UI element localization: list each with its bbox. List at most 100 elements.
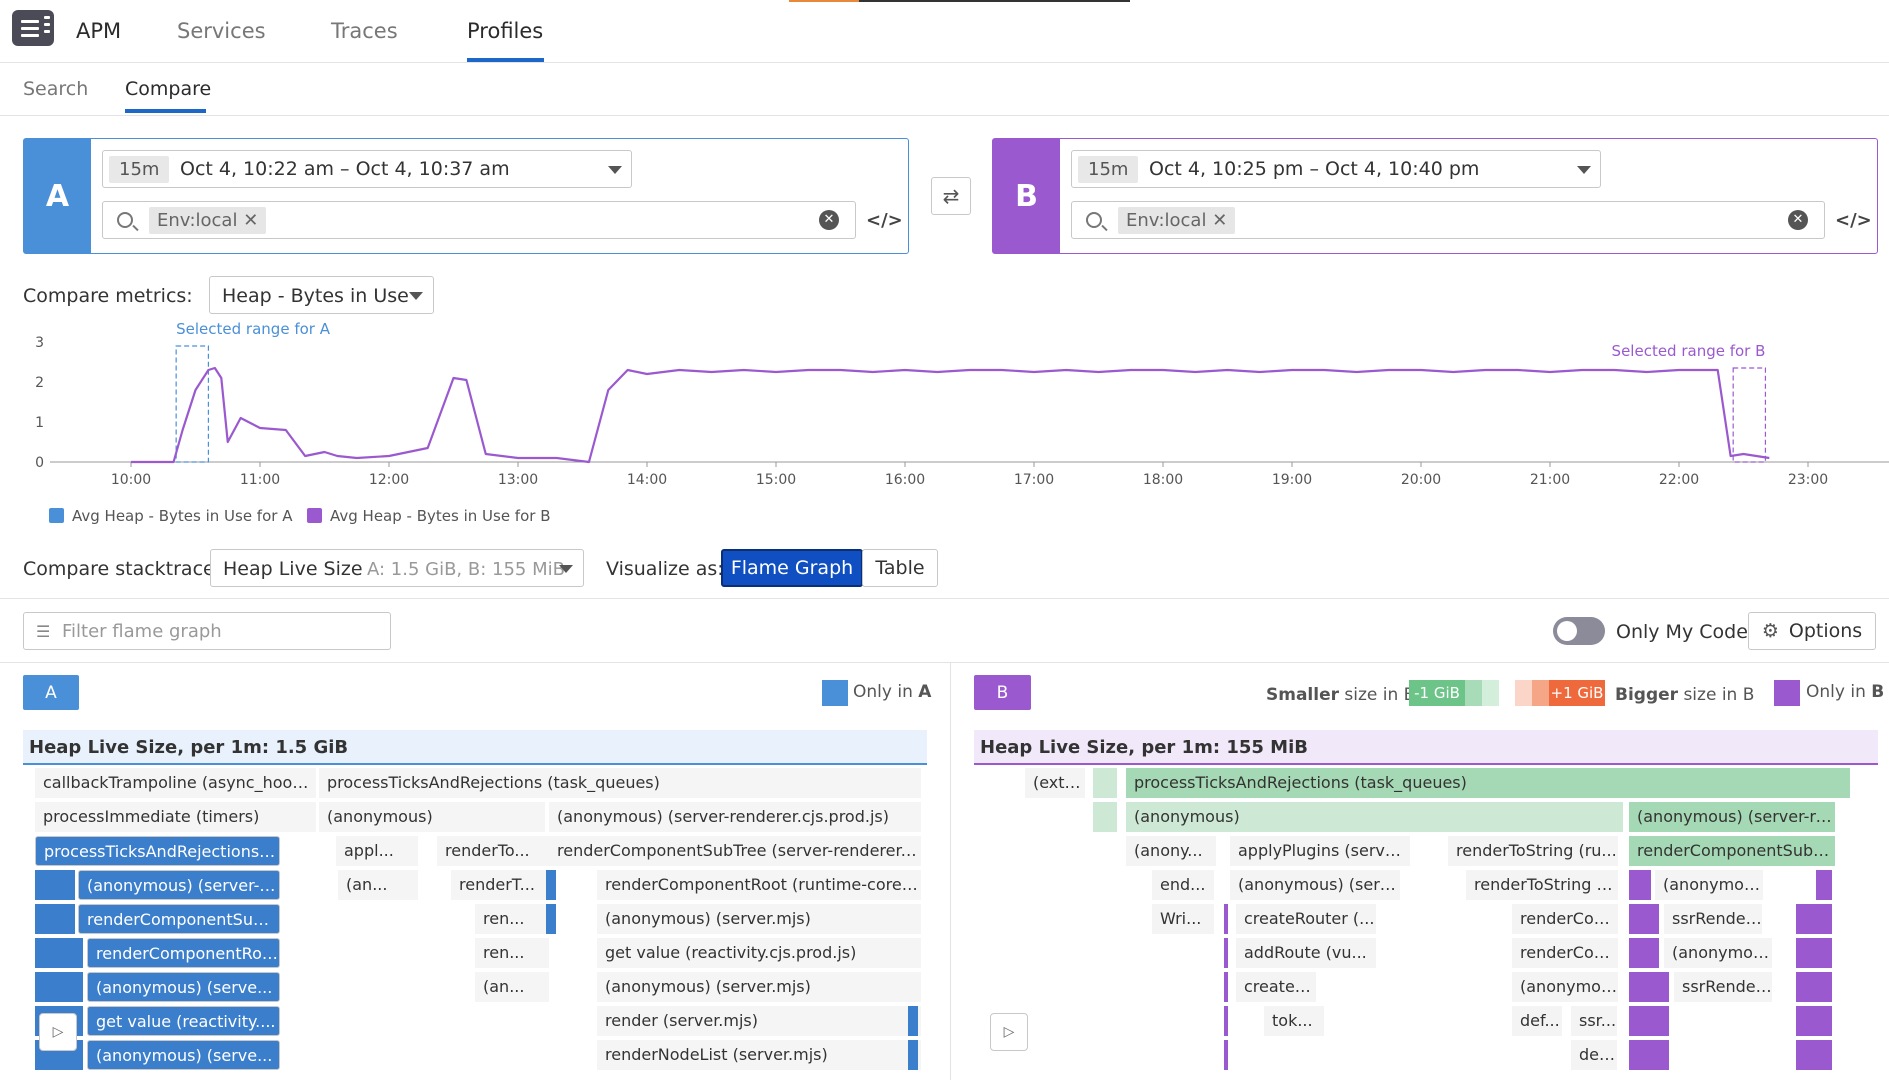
flame-frame[interactable]: (anonymous) (serve... bbox=[87, 1040, 280, 1070]
flame-frame[interactable]: (anonymous) (server-re... bbox=[78, 870, 280, 900]
filter-pill[interactable]: Env:local ✕ bbox=[1118, 207, 1236, 234]
query-input-b[interactable]: Env:local ✕ ✕ bbox=[1071, 201, 1825, 239]
flame-frame[interactable]: renderComponentSubTree (server-renderer.… bbox=[549, 836, 921, 866]
nav-tab-traces[interactable]: Traces bbox=[331, 19, 398, 43]
nav-tab-profiles[interactable]: Profiles bbox=[467, 19, 543, 43]
flame-frame[interactable] bbox=[35, 938, 83, 968]
flame-frame[interactable]: get value (reactivity.cjs.prod.js) bbox=[597, 938, 921, 968]
flame-frame[interactable]: (anonymous... bbox=[1664, 938, 1772, 968]
flame-frame[interactable] bbox=[1796, 1006, 1832, 1036]
flame-frame[interactable]: (anony... bbox=[1126, 836, 1216, 866]
flame-frame[interactable]: renderComponentRoot... bbox=[87, 938, 280, 968]
flame-frame[interactable] bbox=[35, 972, 83, 1002]
query-input-a[interactable]: Env:local ✕ ✕ bbox=[102, 201, 856, 239]
flame-frame[interactable]: createRouter (... bbox=[1236, 904, 1376, 934]
flame-frame[interactable]: (anonymous) (server-ren... bbox=[1629, 802, 1835, 832]
series-line-b[interactable] bbox=[131, 366, 1770, 464]
code-icon[interactable]: </> bbox=[866, 210, 903, 231]
flame-frame[interactable] bbox=[35, 904, 75, 934]
nav-tab-services[interactable]: Services bbox=[177, 19, 266, 43]
code-icon[interactable]: </> bbox=[1835, 210, 1872, 231]
flame-frame[interactable]: (anonymous) (serve... bbox=[1230, 870, 1400, 900]
flame-frame[interactable]: (anonymous... bbox=[1512, 972, 1618, 1002]
flame-frame[interactable] bbox=[1629, 870, 1651, 900]
flame-frame[interactable]: (an... bbox=[338, 870, 418, 900]
flame-frame[interactable] bbox=[1796, 938, 1832, 968]
flame-frame[interactable]: ssr... bbox=[1571, 1006, 1617, 1036]
clear-icon[interactable]: ✕ bbox=[1788, 210, 1808, 230]
selected-range-a[interactable] bbox=[175, 345, 209, 463]
flame-frame[interactable] bbox=[1093, 802, 1117, 832]
flame-frame[interactable]: def... bbox=[1512, 1006, 1562, 1036]
flame-frame[interactable]: (anonymous) (server.mjs) bbox=[597, 972, 921, 1002]
flame-frame[interactable]: addRoute (vu... bbox=[1236, 938, 1376, 968]
flame-frame[interactable]: end... bbox=[1152, 870, 1214, 900]
flame-frame[interactable]: createR... bbox=[1236, 972, 1316, 1002]
flame-frame[interactable]: applyPlugins (server.... bbox=[1230, 836, 1410, 866]
flame-frame[interactable] bbox=[1629, 904, 1659, 934]
flame-frame[interactable] bbox=[1629, 938, 1659, 968]
clear-icon[interactable]: ✕ bbox=[819, 210, 839, 230]
flame-frame[interactable] bbox=[1224, 972, 1228, 1002]
flame-frame[interactable]: ssrRender... bbox=[1674, 972, 1772, 1002]
timerange-picker-a[interactable]: 15m Oct 4, 10:22 am – Oct 4, 10:37 am bbox=[102, 150, 632, 188]
flame-frame[interactable]: ren... bbox=[475, 938, 549, 968]
timerange-picker-b[interactable]: 15m Oct 4, 10:25 pm – Oct 4, 10:40 pm bbox=[1071, 150, 1601, 188]
flame-frame[interactable]: processTicksAndRejections (task_queues) bbox=[319, 768, 921, 798]
flame-frame[interactable]: (an... bbox=[475, 972, 549, 1002]
flame-graph-b[interactable]: (exte... processTicksAndRejections (task… bbox=[974, 768, 1878, 1080]
flame-graph-a[interactable]: callbackTrampoline (async_hooks) process… bbox=[23, 768, 927, 1080]
only-my-code-toggle[interactable] bbox=[1553, 617, 1605, 645]
flame-frame[interactable]: (anonymous) bbox=[1126, 802, 1623, 832]
flame-frame[interactable] bbox=[1796, 972, 1832, 1002]
flame-frame[interactable]: (anonymous) ... bbox=[1655, 870, 1763, 900]
flame-frame[interactable]: (anonymous) bbox=[319, 802, 545, 832]
flame-frame[interactable]: processTicksAndRejections (task_queues) bbox=[1126, 768, 1850, 798]
flame-frame[interactable]: renderToString (s... bbox=[1466, 870, 1618, 900]
flame-frame[interactable] bbox=[1224, 1040, 1228, 1070]
flame-frame[interactable]: processImmediate (timers) bbox=[35, 802, 316, 832]
flame-frame[interactable] bbox=[1796, 1040, 1832, 1070]
flame-frame[interactable] bbox=[546, 870, 556, 900]
expand-sidebar-icon[interactable]: ▷ bbox=[39, 1013, 77, 1051]
flame-frame[interactable] bbox=[1224, 904, 1228, 934]
filter-pill[interactable]: Env:local ✕ bbox=[149, 207, 267, 234]
flame-frame[interactable] bbox=[1629, 972, 1669, 1002]
flame-frame[interactable] bbox=[1629, 1040, 1669, 1070]
flame-frame[interactable] bbox=[908, 1040, 918, 1070]
heap-timeseries-chart[interactable]: 3 2 1 0 10:00 11:00 12:00 13:00 14:00 15:00 16:00 1… bbox=[0, 322, 1889, 492]
flame-frame[interactable]: def... bbox=[1571, 1040, 1617, 1070]
flame-frame[interactable]: ren... bbox=[475, 904, 549, 934]
flame-frame[interactable]: processTicksAndRejections (... bbox=[35, 836, 280, 866]
flame-frame[interactable]: Wri... bbox=[1152, 904, 1214, 934]
flame-frame[interactable] bbox=[1629, 1006, 1669, 1036]
flame-frame[interactable]: renderT... bbox=[451, 870, 549, 900]
flame-frame[interactable]: renderComponentSubTre... bbox=[78, 904, 280, 934]
flame-frame[interactable]: get value (reactivity.... bbox=[87, 1006, 280, 1036]
flame-frame[interactable]: renderComponentSubTree... bbox=[1629, 836, 1835, 866]
flame-frame[interactable] bbox=[1224, 1006, 1228, 1036]
subtab-compare[interactable]: Compare bbox=[125, 78, 211, 100]
swap-icon[interactable]: ⇄ bbox=[931, 177, 971, 215]
stacktrace-select[interactable]: Heap Live Size A: 1.5 GiB, B: 155 MiB bbox=[210, 549, 584, 587]
flame-frame[interactable] bbox=[1816, 870, 1832, 900]
flame-frame[interactable] bbox=[546, 904, 556, 934]
flame-frame[interactable]: tok... bbox=[1264, 1006, 1324, 1036]
flame-frame[interactable]: renderComp... bbox=[1512, 938, 1618, 968]
flame-frame[interactable]: render (server.mjs) bbox=[597, 1006, 921, 1036]
flame-frame[interactable]: ssrRenderLi... bbox=[1664, 904, 1762, 934]
remove-x-icon[interactable]: ✕ bbox=[243, 210, 258, 231]
selected-range-b[interactable] bbox=[1732, 367, 1767, 463]
metric-select[interactable]: Heap - Bytes in Use bbox=[209, 276, 434, 314]
flame-frame[interactable]: (exte... bbox=[1025, 768, 1085, 798]
flame-frame[interactable] bbox=[908, 1006, 918, 1036]
table-button[interactable]: Table bbox=[862, 549, 938, 587]
flame-frame[interactable]: renderToString (ru... bbox=[1448, 836, 1618, 866]
flame-frame[interactable] bbox=[35, 870, 75, 900]
flame-frame[interactable]: renderTo... bbox=[437, 836, 549, 866]
flame-frame[interactable]: appl... bbox=[336, 836, 418, 866]
options-button[interactable]: ⚙ Options bbox=[1748, 612, 1876, 650]
flame-filter-input[interactable]: ☰ Filter flame graph bbox=[23, 612, 391, 650]
expand-sidebar-icon[interactable]: ▷ bbox=[990, 1013, 1028, 1051]
legend-item-a[interactable]: Avg Heap - Bytes in Use for A bbox=[49, 507, 292, 525]
